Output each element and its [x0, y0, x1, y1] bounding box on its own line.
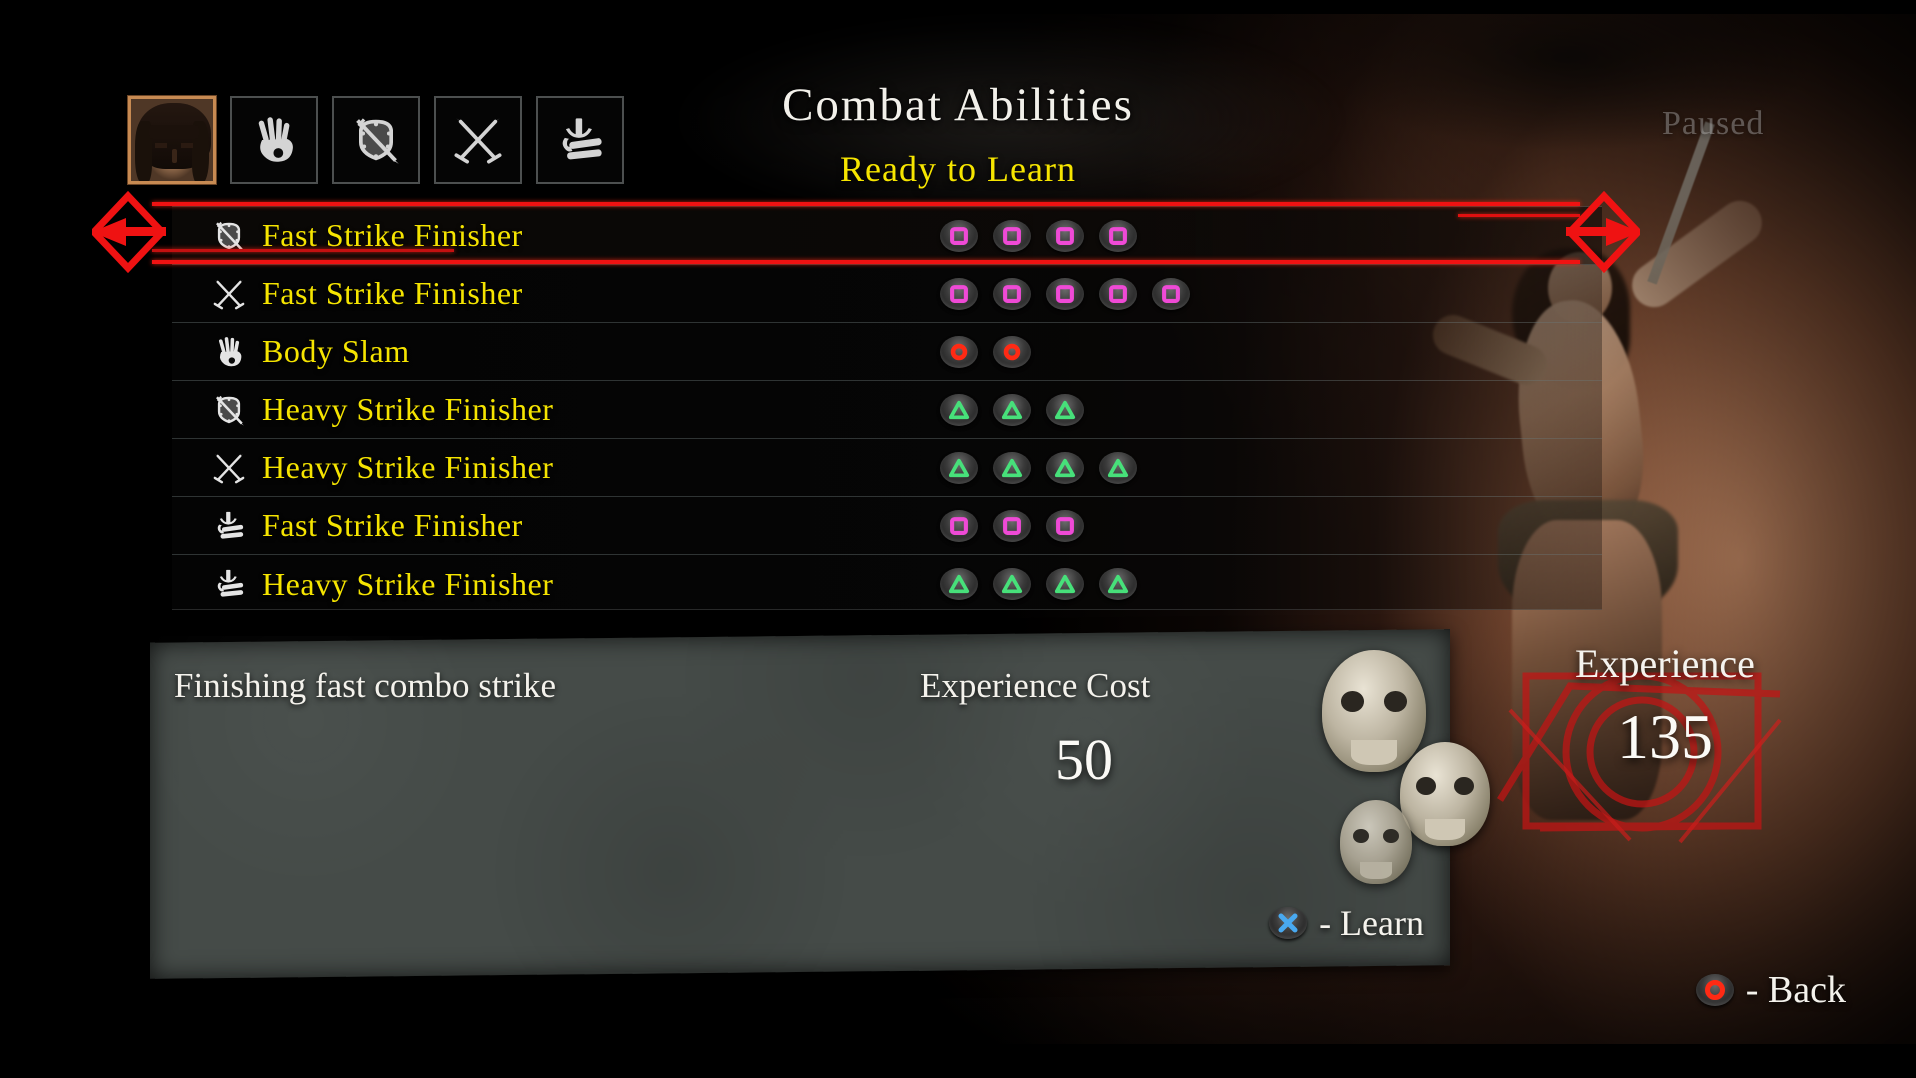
- ability-name: Body Slam: [262, 333, 410, 369]
- ability-row[interactable]: Fast Strike Finisher: [172, 497, 1602, 555]
- back-prompt-label: - Back: [1745, 969, 1846, 1011]
- playstation-triangle-icon: [940, 568, 978, 600]
- ability-type-icon: [202, 277, 256, 311]
- button-sequence: [940, 323, 1031, 380]
- playstation-triangle-icon: [1099, 568, 1137, 600]
- ability-name: Heavy Strike Finisher: [262, 449, 554, 485]
- playstation-square-icon: [993, 219, 1031, 252]
- experience-readout: Experience 135: [1497, 640, 1830, 844]
- learn-prompt-label: - Learn: [1319, 903, 1424, 943]
- playstation-cross-icon: [1269, 907, 1308, 939]
- playstation-triangle-icon: [993, 568, 1031, 600]
- playstation-circle-icon: [1695, 974, 1734, 1006]
- playstation-triangle-icon: [1046, 568, 1084, 600]
- open-hand-icon: [219, 336, 242, 366]
- playstation-triangle-icon: [940, 451, 978, 484]
- playstation-square-icon: [1046, 219, 1084, 252]
- button-sequence: [940, 555, 1137, 613]
- ability-name: Heavy Strike Finisher: [262, 391, 554, 427]
- playstation-triangle-icon: [993, 393, 1031, 426]
- paused-label: Paused: [1662, 105, 1765, 142]
- ability-description: Finishing fast combo strike: [174, 666, 557, 705]
- game-screen: Combat Abilities Ready to Learn Paused F…: [0, 0, 1916, 1078]
- page-subtitle: Ready to Learn: [840, 149, 1076, 189]
- weapon-rack-icon: [217, 511, 244, 539]
- experience-cost-value: 50: [1055, 727, 1113, 792]
- playstation-square-icon: [1046, 277, 1084, 310]
- bottom-letterbox: [0, 1044, 1916, 1078]
- crossed-swords-icon: [213, 453, 245, 483]
- ability-type-icon: [202, 451, 256, 485]
- button-sequence: [940, 265, 1190, 322]
- experience-cost-label: Experience Cost: [920, 666, 1151, 705]
- playstation-triangle-icon: [993, 451, 1031, 484]
- ability-type-icon: [202, 567, 256, 601]
- playstation-triangle-icon: [1046, 451, 1084, 484]
- ability-row[interactable]: Fast Strike Finisher: [172, 265, 1602, 323]
- playstation-square-icon: [1046, 509, 1084, 542]
- ability-type-icon: [202, 335, 256, 369]
- playstation-square-icon: [993, 509, 1031, 542]
- ability-type-icon: [202, 219, 256, 253]
- ability-type-icon: [202, 393, 256, 427]
- ability-row[interactable]: Heavy Strike Finisher: [172, 381, 1602, 439]
- playstation-triangle-icon: [1046, 393, 1084, 426]
- ability-name: Heavy Strike Finisher: [262, 565, 554, 602]
- playstation-circle-icon: [940, 335, 978, 368]
- button-sequence: [940, 381, 1084, 438]
- skull-decoration: [1340, 800, 1412, 884]
- ability-name: Fast Strike Finisher: [262, 507, 523, 543]
- weapon-rack-icon: [217, 569, 244, 597]
- button-sequence: [940, 497, 1084, 554]
- playstation-square-icon: [993, 277, 1031, 310]
- playstation-triangle-icon: [1099, 451, 1137, 484]
- ability-name: Fast Strike Finisher: [262, 217, 523, 253]
- ability-row[interactable]: Heavy Strike Finisher: [172, 439, 1602, 497]
- top-letterbox: [0, 0, 1916, 14]
- playstation-square-icon: [1099, 277, 1137, 310]
- playstation-circle-icon: [993, 335, 1031, 368]
- skull-decoration: [1322, 650, 1426, 772]
- ability-name: Fast Strike Finisher: [262, 275, 523, 311]
- playstation-square-icon: [940, 277, 978, 310]
- button-sequence: [940, 207, 1137, 264]
- ability-list: Fast Strike Finisher Fast Strike Finishe…: [172, 206, 1602, 610]
- shield-and-sword-icon: [216, 221, 244, 252]
- experience-label: Experience: [1575, 641, 1755, 686]
- learn-prompt[interactable]: - Learn: [1269, 902, 1424, 944]
- skull-decoration: [1400, 742, 1490, 846]
- button-sequence: [940, 439, 1137, 496]
- shield-and-sword-icon: [216, 395, 244, 426]
- ability-type-icon: [202, 509, 256, 543]
- playstation-triangle-icon: [940, 393, 978, 426]
- playstation-square-icon: [1152, 277, 1190, 310]
- page-title: Combat Abilities: [782, 79, 1134, 131]
- crossed-swords-icon: [213, 279, 245, 309]
- ability-row[interactable]: Fast Strike Finisher: [172, 207, 1602, 265]
- playstation-square-icon: [940, 509, 978, 542]
- ability-row[interactable]: Heavy Strike Finisher: [172, 555, 1602, 613]
- ability-row[interactable]: Body Slam: [172, 323, 1602, 381]
- experience-value: 135: [1617, 701, 1713, 772]
- playstation-square-icon: [1099, 219, 1137, 252]
- ability-info-panel: Finishing fast combo strike Experience C…: [150, 629, 1450, 979]
- back-prompt[interactable]: - Back: [1695, 968, 1846, 1012]
- playstation-square-icon: [940, 219, 978, 252]
